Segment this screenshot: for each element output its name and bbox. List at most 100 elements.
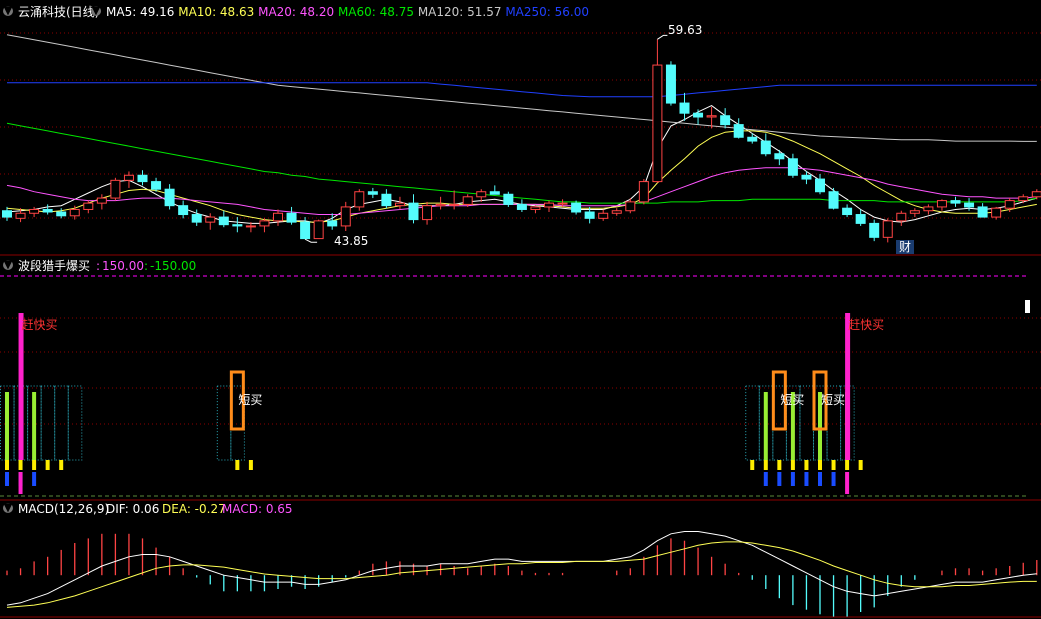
candle [381,189,392,209]
macd-area [6,531,1038,617]
candle [923,204,934,215]
candle-body [300,221,311,240]
extreme-labels: 59.63 43.85 财 [334,23,914,254]
blue-tick [5,472,9,486]
yellow-tick [32,460,37,470]
finance-badge[interactable]: 财 [899,240,911,254]
candle-body [896,212,907,222]
candle [273,209,283,226]
candle-body [584,211,595,219]
signal-zone-box [745,385,760,461]
candle [842,204,853,218]
candle-body [909,210,920,214]
candle [977,203,988,218]
candle [164,184,175,210]
blue-tick [763,472,768,486]
candle-body [611,210,622,214]
candle-body [706,115,717,118]
candle-body [774,153,785,160]
candle-body [679,102,690,114]
candle-body [516,203,527,210]
candle-body [882,220,893,238]
candle [408,194,419,224]
candle [69,205,80,220]
candle-body [936,200,947,208]
blue-tick [818,472,822,486]
candle [1031,189,1041,200]
signal-zone-box [216,385,232,461]
candle-body [191,214,202,223]
macd-dif: DIF: 0.06 [106,502,159,516]
candle [300,217,311,240]
macd-title: MACD(12,26,9) [18,502,109,516]
candle [815,174,825,195]
candle-body [354,191,365,208]
candle [638,179,649,205]
candle-body [205,216,216,223]
buy-signal-label: 短买 [238,393,262,407]
candle-body [178,205,189,216]
yellow-tick [818,460,822,470]
candle [855,209,866,226]
candle-body [476,191,487,198]
candle [679,92,690,121]
buy-signal-label: 短买 [780,393,804,407]
candle [449,190,460,210]
candle [720,108,731,129]
macd-value: MACD: 0.65 [222,502,293,516]
macd-header: ▼ MACD(12,26,9) DIF: 0.06 DEA: -0.27 MAC… [3,500,293,516]
signal-zone-box [40,385,56,461]
candle-body [259,220,270,227]
candle [611,208,622,216]
yellow-tick [750,460,755,470]
candle-body [665,64,676,104]
signal-val1-prefix: : [96,259,100,273]
ma-legend: MA5: 49.16 MA10: 48.63 MA20: 48.20 MA60:… [106,5,589,19]
ma-line-ma120 [6,34,1037,142]
candle-body [408,202,419,221]
chevron-down-icon: ▼ [3,257,13,271]
stock-chart: 赶快买短买 短买 短买 赶快买 ▼ 云涌科技(日线) ▼ MA5: 49.16 MA1… [0,3,1041,618]
scroll-marker[interactable] [1025,300,1030,313]
yellow-tick [845,460,850,470]
candle-body [245,225,256,228]
yellow-tick [763,460,768,470]
signal-val1: 150.00 [102,259,144,273]
candle-body [557,202,568,205]
signal-zone-box [67,385,83,461]
candle [733,118,744,139]
candle-body [29,208,40,214]
candle-body [123,174,134,181]
yellow-tick [45,460,50,470]
yellow-tick [5,460,9,470]
candle [598,209,609,221]
candle-body [828,191,839,209]
candle-body [327,220,338,227]
high-pointer [657,34,668,40]
candle-body [110,179,121,199]
candle-body [449,203,460,206]
candle [394,196,405,210]
blue-tick [790,472,795,486]
magenta-tick [845,472,850,494]
green-signal-bar [763,392,768,460]
candle [340,201,351,231]
candle [313,219,324,240]
yellow-tick [831,460,836,470]
candle-body [720,115,731,126]
ma-legend-item: MA60: 48.75 [334,5,414,19]
candle [503,191,514,207]
high-price-label: 59.63 [668,23,702,37]
candle-body [2,210,12,218]
signal-zone-box [54,385,69,461]
buy-signal-label: 赶快买 [848,318,884,332]
candle-body [1031,191,1041,198]
candle [110,177,121,201]
candle-body [15,212,26,219]
candle [489,185,500,195]
candle-body [625,201,636,212]
blue-tick [777,472,782,486]
candle [950,196,961,207]
candle-body [801,174,812,180]
candle [544,200,554,212]
